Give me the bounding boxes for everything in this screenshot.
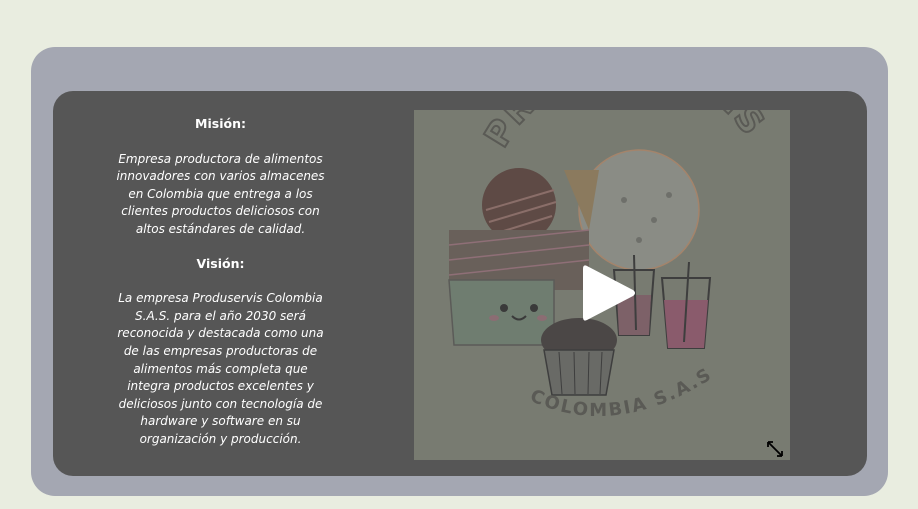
- svg-text:PRODUSERVIS: PRODUSERVIS: [477, 110, 773, 154]
- expand-icon[interactable]: [766, 440, 784, 458]
- outer-panel: Misión: Empresa productora de alimentos …: [31, 47, 888, 496]
- logo-top-text: PRODUSERVIS: [476, 110, 772, 155]
- play-icon[interactable]: [579, 260, 639, 326]
- video-player[interactable]: PRODUSERVIS COLOMBIA S.A.S: [414, 110, 790, 460]
- mission-vision-column: Misión: Empresa productora de alimentos …: [113, 115, 328, 449]
- vision-text: La empresa Produservis Colombia S.A.S. p…: [117, 291, 324, 446]
- mission-heading: Misión:: [195, 116, 246, 131]
- vision-heading: Visión:: [196, 255, 245, 271]
- content-card: Misión: Empresa productora de alimentos …: [53, 91, 867, 476]
- mission-text: Empresa productora de alimentos innovado…: [116, 151, 325, 236]
